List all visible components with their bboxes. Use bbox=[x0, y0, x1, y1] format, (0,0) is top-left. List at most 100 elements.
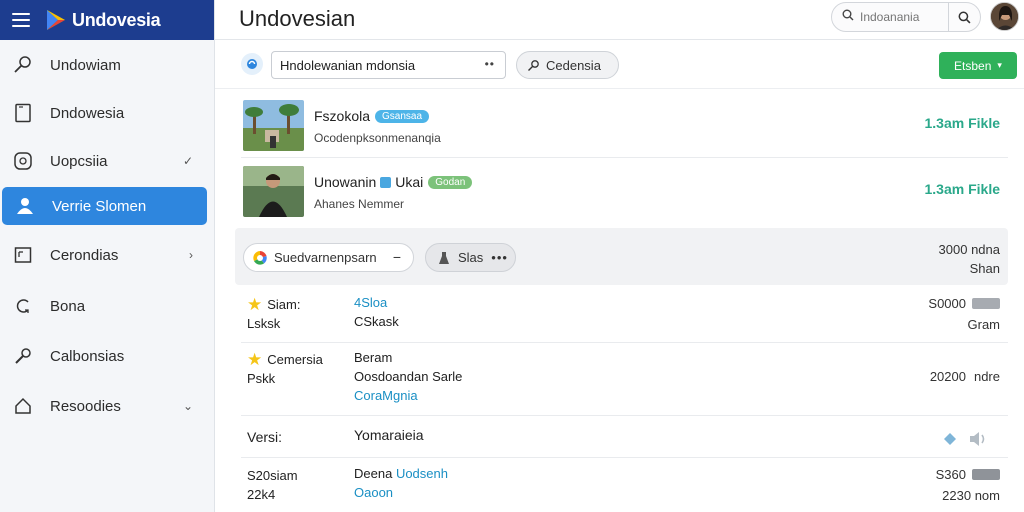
row-value: S360 bbox=[935, 467, 966, 482]
page-title: Undovesian bbox=[239, 6, 356, 31]
wrench-icon bbox=[12, 345, 34, 367]
row-link[interactable]: Oaoon bbox=[354, 485, 448, 504]
row-label: S20siam 22k4 bbox=[247, 466, 298, 504]
caret-down-icon: ▾ bbox=[997, 60, 1002, 70]
list-item[interactable]: Fszokola Gsansaa Ocodenpksonmenanqia 1.3… bbox=[241, 100, 1008, 160]
row-title: Versi: bbox=[247, 428, 283, 445]
search-button[interactable] bbox=[949, 3, 979, 31]
sidebar-item-verrie-slomen[interactable]: Verrie Slomen bbox=[2, 187, 207, 225]
menu-icon[interactable] bbox=[12, 13, 30, 27]
file-size-link[interactable]: 1.3am Fikle bbox=[925, 181, 1001, 197]
more-dots-icon: ••• bbox=[491, 250, 508, 265]
row-metrics: S0000 Gram bbox=[928, 293, 1000, 335]
filter-band: Suedvarnenpsarn − Slas ••• 3000 ndna Sha… bbox=[235, 228, 1008, 285]
sidebar-item-cerondias[interactable]: Cerondias › bbox=[0, 236, 215, 274]
row-subtitle: 22k4 bbox=[247, 487, 276, 502]
row-label: Versi: bbox=[247, 427, 282, 446]
toolbar: Hndolewanian mdonsia •• Cedensia Etsben … bbox=[215, 41, 1024, 89]
key-icon bbox=[528, 59, 539, 71]
table-row[interactable]: ★ Cemersia Pskk Beram Oosdoandan Sarle Co… bbox=[241, 350, 1008, 410]
sidebar-item-label: Resoodies bbox=[50, 397, 121, 415]
more-dots-icon: •• bbox=[484, 57, 495, 71]
row-detail: Deena bbox=[354, 466, 393, 481]
filter-summary-value: 3000 ndna bbox=[938, 242, 1000, 257]
table-row[interactable]: S20siam 22k4 Deena Uodsenh Oaoon S360 22… bbox=[241, 466, 1008, 506]
magnifier-icon bbox=[12, 54, 34, 76]
progress-bar bbox=[972, 469, 1000, 480]
row-value: S0000 bbox=[928, 296, 966, 311]
main-content: Fszokola Gsansaa Ocodenpksonmenanqia 1.3… bbox=[215, 90, 1024, 512]
brand-bar: Undovesia bbox=[0, 0, 214, 40]
row-unit: 2230 nom bbox=[942, 488, 1000, 503]
status-filter-label: Slas bbox=[458, 250, 484, 265]
row-detail: Oosdoandan Sarle bbox=[354, 369, 463, 384]
table-row[interactable]: Versi: Yomaraieia bbox=[241, 427, 1008, 449]
sidebar-item-undowiam[interactable]: Undowiam bbox=[0, 46, 215, 84]
primary-action-label: Etsben bbox=[954, 58, 992, 73]
avatar[interactable] bbox=[990, 2, 1019, 31]
row-value: 20200 bbox=[929, 369, 966, 384]
chevron-down-icon: ⌄ bbox=[182, 399, 193, 413]
home-icon bbox=[12, 395, 34, 417]
star-icon: ★ bbox=[247, 349, 263, 369]
tag-icon[interactable] bbox=[942, 431, 958, 447]
row-details: Beram Oosdoandan Sarle CoraMgnia bbox=[354, 350, 462, 407]
dataset-select-value: Hndolewanian mdonsia bbox=[280, 57, 416, 73]
sidebar-item-label: Verrie Slomen bbox=[52, 197, 147, 215]
user-icon bbox=[14, 195, 36, 217]
play-logo-icon bbox=[47, 10, 65, 30]
speaker-icon[interactable] bbox=[968, 431, 988, 447]
thumbnail-image bbox=[243, 100, 304, 151]
minus-icon[interactable]: − bbox=[393, 249, 401, 265]
dataset-select[interactable]: Hndolewanian mdonsia •• bbox=[271, 51, 506, 79]
row-link[interactable]: Uodsenh bbox=[396, 466, 448, 481]
media-subtitle: Ahanes Nemmer bbox=[314, 197, 405, 211]
status-badge: Godan bbox=[428, 175, 473, 189]
row-subtitle: Pskk bbox=[247, 371, 276, 386]
progress-bar bbox=[972, 298, 1000, 309]
row-details: 4Sloa CSkask bbox=[354, 295, 399, 333]
status-badge: Gsansaa bbox=[375, 109, 430, 123]
sidebar-item-label: Uopcsiia bbox=[50, 152, 108, 170]
divider bbox=[241, 342, 1008, 343]
sidebar-item-label: Undowiam bbox=[50, 56, 121, 74]
flask-icon bbox=[439, 251, 449, 264]
row-unit: Gram bbox=[967, 317, 1001, 332]
table-row[interactable]: ★ Siam: Lsksk 4Sloa CSkask S0000 Gram bbox=[241, 295, 1008, 341]
primary-action-button[interactable]: Etsben ▾ bbox=[939, 52, 1017, 79]
row-label: ★ Siam: Lsksk bbox=[247, 295, 300, 333]
media-title-text: Unowanin bbox=[314, 174, 377, 190]
row-link[interactable]: CoraMgnia bbox=[354, 388, 462, 407]
row-title: Cemersia bbox=[267, 352, 323, 367]
refresh-icon bbox=[12, 295, 34, 317]
sidebar-item-uopcsiia[interactable]: Uopcsiia ✓ bbox=[0, 142, 215, 180]
source-filter-button[interactable]: Suedvarnenpsarn − bbox=[243, 243, 414, 272]
sidebar-item-calbonsias[interactable]: Calbonsias bbox=[0, 337, 215, 375]
file-size-link[interactable]: 1.3am Fikle bbox=[925, 115, 1001, 131]
filter-pill[interactable]: Cedensia bbox=[516, 51, 619, 79]
check-icon: ✓ bbox=[182, 154, 193, 168]
sync-icon[interactable] bbox=[241, 53, 263, 75]
search-input[interactable] bbox=[860, 10, 948, 24]
thumbnail-image bbox=[243, 166, 304, 217]
filter-summary-unit: Shan bbox=[969, 261, 1000, 276]
sidebar-item-resoodies[interactable]: Resoodies ⌄ bbox=[0, 387, 215, 425]
row-subtitle: Lsksk bbox=[247, 316, 281, 331]
row-detail: Yomaraieia bbox=[354, 427, 424, 443]
status-filter-button[interactable]: Slas ••• bbox=[425, 243, 516, 272]
divider bbox=[241, 415, 1008, 416]
source-filter-label: Suedvarnenpsarn bbox=[274, 250, 377, 265]
search-box[interactable] bbox=[831, 2, 981, 32]
sidebar-item-label: Bona bbox=[50, 297, 86, 315]
row-title: Siam: bbox=[267, 297, 301, 312]
list-item[interactable]: Unowanin Ukai Godan Ahanes Nemmer 1.3am … bbox=[241, 166, 1008, 226]
clock-icon bbox=[12, 150, 34, 172]
sidebar: Undovesia Undowiam Dndowesia Uopcsiia ✓ bbox=[0, 0, 215, 512]
row-unit: ndre bbox=[973, 369, 1000, 384]
row-details: Deena Uodsenh Oaoon bbox=[354, 466, 448, 504]
row-detail: Beram bbox=[354, 350, 393, 365]
sidebar-item-dndowesia[interactable]: Dndowesia bbox=[0, 94, 215, 132]
app-window: Undovesia Undowiam Dndowesia Uopcsiia ✓ bbox=[0, 0, 1024, 512]
row-link[interactable]: 4Sloa bbox=[354, 295, 399, 314]
sidebar-item-bona[interactable]: Bona bbox=[0, 287, 215, 325]
